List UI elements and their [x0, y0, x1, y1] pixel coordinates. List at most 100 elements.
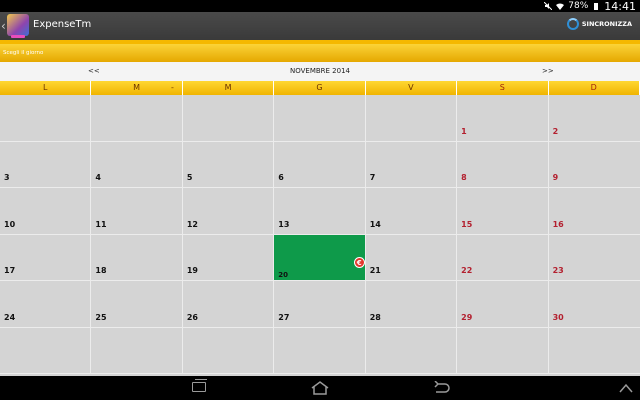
weekday-label: G	[274, 81, 366, 95]
day-cell[interactable]: 18	[91, 234, 183, 281]
chevron-up-icon[interactable]	[618, 382, 634, 394]
day-cell[interactable]: 21	[365, 234, 458, 281]
day-number: 18	[95, 266, 107, 275]
day-number: 1	[461, 126, 467, 136]
day-cell[interactable]	[548, 327, 640, 374]
day-cell[interactable]: 29	[457, 281, 549, 328]
day-cell[interactable]: 28	[365, 281, 458, 328]
day-number: 6	[278, 173, 284, 182]
day-number: 2	[552, 126, 559, 136]
day-number: 22	[461, 266, 473, 275]
system-navigation-bar	[0, 376, 640, 400]
day-cell[interactable]: 1	[457, 95, 549, 142]
weekday-label: V	[366, 81, 458, 95]
day-cell[interactable]: 14	[365, 188, 458, 235]
battery-percent: 78%	[568, 1, 589, 11]
day-cell[interactable]: 15	[457, 188, 549, 235]
mute-icon	[544, 2, 553, 10]
day-cell[interactable]: 12	[182, 188, 275, 235]
day-cell[interactable]: 11	[91, 188, 183, 235]
weekday-label: L	[0, 81, 92, 95]
back-icon[interactable]	[432, 381, 450, 395]
day-cell[interactable]: €20	[274, 234, 366, 281]
day-number: 4	[95, 173, 101, 182]
day-cell[interactable]	[274, 95, 366, 142]
day-number: 21	[369, 266, 381, 275]
day-number: 26	[186, 312, 198, 322]
day-number: 5	[186, 173, 193, 182]
day-number: 24	[4, 312, 16, 322]
day-cell[interactable]: 2	[548, 95, 640, 142]
day-cell[interactable]: 19	[182, 234, 275, 281]
day-cell[interactable]	[0, 95, 92, 142]
day-number: 30	[552, 312, 564, 322]
day-number: 29	[461, 312, 473, 322]
sync-label: SINCRONIZZA	[581, 20, 632, 28]
header-dash: -	[171, 83, 174, 92]
day-cell[interactable]: 7	[365, 141, 458, 188]
day-cell[interactable]: 13	[274, 188, 366, 235]
day-number: 12	[186, 219, 198, 229]
day-cell[interactable]	[91, 327, 183, 374]
day-cell[interactable]: 8	[457, 141, 549, 188]
app-logo-icon[interactable]	[7, 14, 29, 38]
day-cell[interactable]: 27	[274, 281, 366, 328]
day-number: 20	[278, 271, 289, 279]
action-bar: ‹ ExpenseTm SINCRONIZZA	[0, 12, 640, 40]
day-cell[interactable]	[91, 95, 183, 142]
day-number: 17	[4, 266, 16, 275]
day-number: 14	[369, 219, 381, 229]
day-cell[interactable]: 26	[182, 281, 275, 328]
day-cell[interactable]: 9	[548, 141, 640, 188]
day-cell[interactable]	[182, 95, 275, 142]
home-icon[interactable]	[310, 380, 330, 396]
instruction-banner: Scegli il giorno	[0, 44, 640, 62]
day-cell[interactable]: 24	[0, 281, 92, 328]
weekday-label: M	[91, 81, 183, 95]
day-number: 9	[552, 173, 559, 182]
day-cell[interactable]	[365, 327, 458, 374]
day-number: 15	[461, 219, 473, 229]
weekday-label: M	[183, 81, 275, 95]
day-number: 28	[369, 312, 381, 322]
day-number: 27	[278, 312, 290, 322]
day-cell[interactable]: 16	[548, 188, 640, 235]
day-number: 8	[461, 173, 467, 182]
day-number: 19	[186, 266, 198, 275]
day-cell[interactable]: 4	[91, 141, 183, 188]
day-cell[interactable]	[182, 327, 275, 374]
battery-icon	[594, 3, 599, 10]
weekday-label: D	[549, 81, 640, 95]
day-cell[interactable]: 22	[457, 234, 549, 281]
day-number: 11	[95, 219, 107, 229]
clock: 14:41	[604, 0, 636, 13]
day-cell[interactable]: 5	[182, 141, 275, 188]
day-cell[interactable]	[274, 327, 366, 374]
day-cell[interactable]: 17	[0, 234, 92, 281]
day-cell[interactable]: 6	[274, 141, 366, 188]
status-bar: 78% 14:41	[0, 0, 640, 13]
day-cell[interactable]	[365, 95, 458, 142]
day-number: 7	[369, 173, 376, 182]
sync-button[interactable]: SINCRONIZZA	[566, 18, 632, 30]
day-number: 25	[95, 312, 107, 322]
day-number: 13	[278, 219, 290, 229]
day-cell[interactable]: 25	[91, 281, 183, 328]
day-number: 16	[552, 219, 564, 229]
previous-month-button[interactable]: <<	[88, 67, 100, 75]
month-navigation: NOVEMBRE 2014 << >>	[0, 62, 640, 81]
day-cell[interactable]: 10	[0, 188, 92, 235]
recent-apps-icon[interactable]	[192, 379, 207, 392]
wifi-icon	[556, 3, 565, 10]
day-cell[interactable]	[0, 327, 92, 374]
up-navigation-icon[interactable]: ‹	[1, 19, 6, 33]
next-month-button[interactable]: >>	[542, 67, 554, 75]
day-cell[interactable]	[457, 327, 549, 374]
day-cell[interactable]: 23	[548, 234, 640, 281]
day-number: 10	[4, 219, 16, 229]
sync-icon	[566, 18, 579, 30]
day-number: 23	[552, 266, 564, 275]
app-title: ExpenseTm	[33, 19, 92, 30]
day-cell[interactable]: 30	[548, 281, 640, 328]
day-cell[interactable]: 3	[0, 141, 92, 188]
